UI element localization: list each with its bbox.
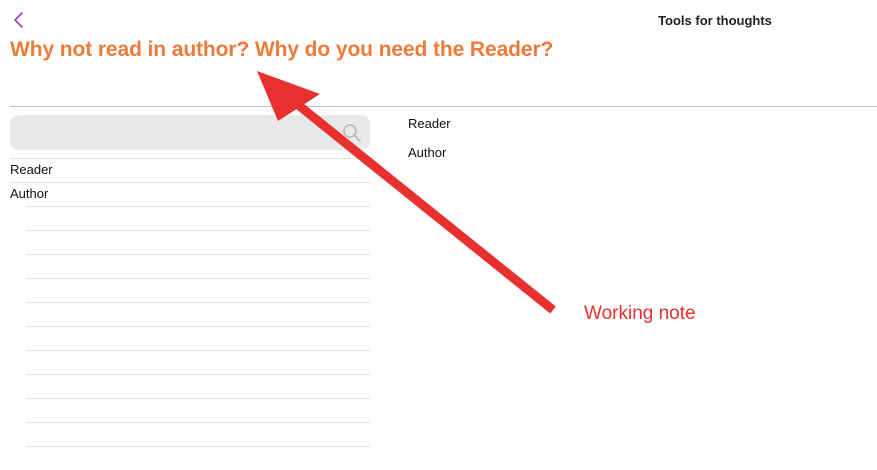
empty-list-row xyxy=(26,422,370,446)
empty-list-row xyxy=(26,350,370,374)
empty-list-row xyxy=(26,398,370,422)
chevron-left-icon xyxy=(14,12,23,28)
empty-list-row xyxy=(26,206,370,230)
list-item-label: Reader xyxy=(10,162,53,177)
search-icon xyxy=(343,124,361,142)
detail-item-reader[interactable]: Reader xyxy=(408,116,451,131)
detail-item-author[interactable]: Author xyxy=(408,145,446,160)
empty-list-row xyxy=(26,374,370,398)
list-item[interactable]: Reader xyxy=(10,158,370,182)
search-input[interactable] xyxy=(10,115,370,150)
empty-list-row xyxy=(26,278,370,302)
back-button[interactable] xyxy=(10,10,30,32)
app-title: Tools for thoughts xyxy=(658,13,772,28)
list-item-label: Author xyxy=(10,186,49,201)
empty-list-row xyxy=(26,254,370,278)
annotation-label: Working note xyxy=(584,303,696,324)
empty-list-row xyxy=(26,326,370,350)
header-divider xyxy=(10,106,877,107)
empty-list-row xyxy=(26,230,370,254)
empty-list-row xyxy=(26,302,370,326)
empty-list-row xyxy=(26,446,370,470)
note-title[interactable]: Why not read in author? Why do you need … xyxy=(10,38,553,62)
list-item[interactable]: Author xyxy=(10,182,370,206)
